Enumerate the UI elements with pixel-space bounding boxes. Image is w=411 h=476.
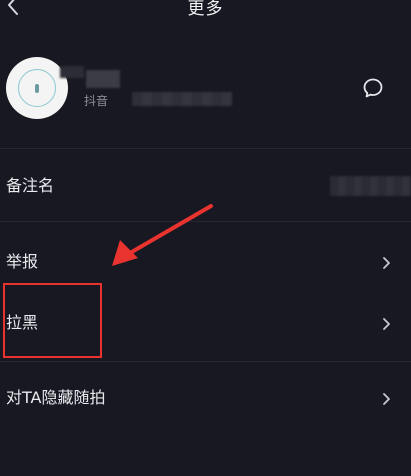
divider xyxy=(0,361,411,362)
chat-icon[interactable] xyxy=(362,77,384,99)
menu-item-hide-from[interactable]: 对TA隐藏随拍 xyxy=(0,370,411,428)
nickname-redacted xyxy=(86,70,120,88)
user-id-label: 抖音 xyxy=(84,94,109,108)
chevron-right-icon xyxy=(383,318,390,330)
user-id-redacted xyxy=(132,92,232,106)
highlight-box xyxy=(3,283,102,358)
avatar[interactable] xyxy=(6,57,68,119)
nickname-redacted-part xyxy=(60,66,84,78)
menu-item-report-label: 举报 xyxy=(6,252,39,271)
profile-row[interactable]: 抖音 xyxy=(0,42,411,134)
divider xyxy=(0,221,411,222)
menu-item-hide-from-label: 对TA隐藏随拍 xyxy=(6,388,106,407)
more-settings-screen: 更多 抖音 备注名 举报 拉黑 对TA隐藏随拍 xyxy=(0,0,411,476)
top-bar: 更多 xyxy=(0,0,411,22)
page-title: 更多 xyxy=(187,0,224,19)
divider xyxy=(0,148,411,149)
avatar-logo xyxy=(18,69,56,107)
chevron-right-icon xyxy=(383,257,390,269)
avatar-logo-mark xyxy=(35,83,39,93)
chevron-right-icon xyxy=(383,393,390,405)
menu-item-remark-label: 备注名 xyxy=(6,176,55,195)
remark-value-redacted xyxy=(330,176,411,196)
